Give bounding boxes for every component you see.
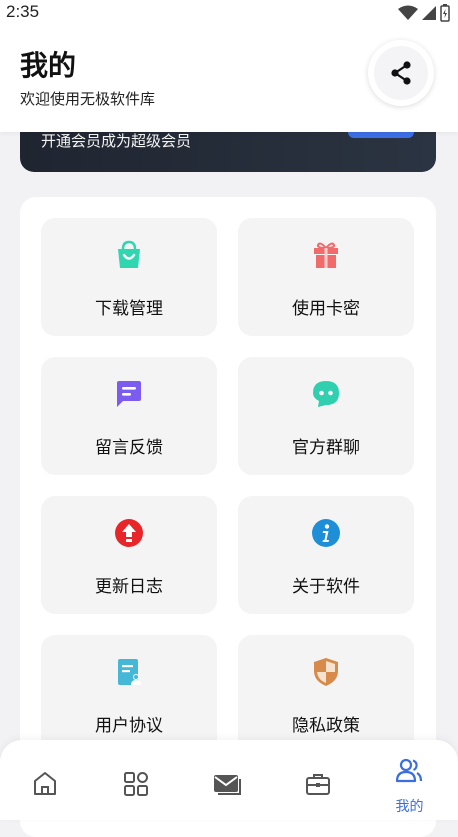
menu-item-label: 隐私政策 xyxy=(292,716,360,736)
menu-item-about[interactable]: 关于软件 xyxy=(238,496,414,614)
menu-item-label: 关于软件 xyxy=(292,577,360,597)
home-icon xyxy=(34,772,56,795)
nav-profile-label: 我的 xyxy=(395,799,424,815)
document-icon xyxy=(118,659,141,685)
menu-item-changelog[interactable]: 更新日志 xyxy=(41,496,217,614)
menu-item-feedback[interactable]: 留言反馈 xyxy=(41,357,217,475)
signal-icon xyxy=(422,6,436,20)
page-title: 我的 xyxy=(20,49,77,82)
page-subtitle: 欢迎使用无极软件库 xyxy=(20,90,156,108)
menu-item-card-key[interactable]: 使用卡密 xyxy=(238,218,414,336)
menu-item-group-chat[interactable]: 官方群聊 xyxy=(238,357,414,475)
menu-item-label: 更新日志 xyxy=(95,577,163,597)
share-icon xyxy=(391,61,411,85)
nav-profile[interactable]: 我的 xyxy=(364,740,455,820)
menu-item-label: 留言反馈 xyxy=(95,438,163,458)
bottom-nav: 我的 xyxy=(0,740,458,820)
menu-item-label: 使用卡密 xyxy=(292,299,360,319)
battery-icon xyxy=(440,4,450,22)
gift-icon xyxy=(314,242,338,268)
menu-item-privacy-policy[interactable]: 隐私政策 xyxy=(238,635,414,753)
nav-home[interactable] xyxy=(0,740,91,820)
status-bar: 2:35 xyxy=(0,0,458,26)
user-icon xyxy=(395,758,423,783)
menu-item-label: 官方群聊 xyxy=(292,438,360,458)
share-button-inner xyxy=(374,46,428,100)
vip-text: 开通会员成为超级会员 xyxy=(41,132,192,150)
status-time: 2:35 xyxy=(6,2,40,21)
chat-bubble-icon xyxy=(313,381,339,407)
nav-toolbox[interactable] xyxy=(273,740,364,820)
mail-icon xyxy=(214,775,241,795)
share-button[interactable] xyxy=(368,40,434,106)
menu-item-label: 下载管理 xyxy=(95,299,163,319)
nav-categories[interactable] xyxy=(91,740,182,820)
menu-item-user-agreement[interactable]: 用户协议 xyxy=(41,635,217,753)
grid-icon xyxy=(124,772,148,796)
shield-icon xyxy=(314,658,338,686)
page-header: 我的 欢迎使用无极软件库 xyxy=(0,26,458,132)
toolbox-icon xyxy=(306,774,330,795)
info-icon xyxy=(312,519,340,547)
shopping-bag-icon xyxy=(118,240,140,268)
menu-item-label: 用户协议 xyxy=(95,716,163,736)
menu-item-download[interactable]: 下载管理 xyxy=(41,218,217,336)
message-icon xyxy=(117,381,141,407)
nav-messages[interactable] xyxy=(182,740,273,820)
status-icons xyxy=(398,4,450,22)
upload-arrow-icon xyxy=(115,519,143,547)
wifi-icon xyxy=(398,5,418,20)
